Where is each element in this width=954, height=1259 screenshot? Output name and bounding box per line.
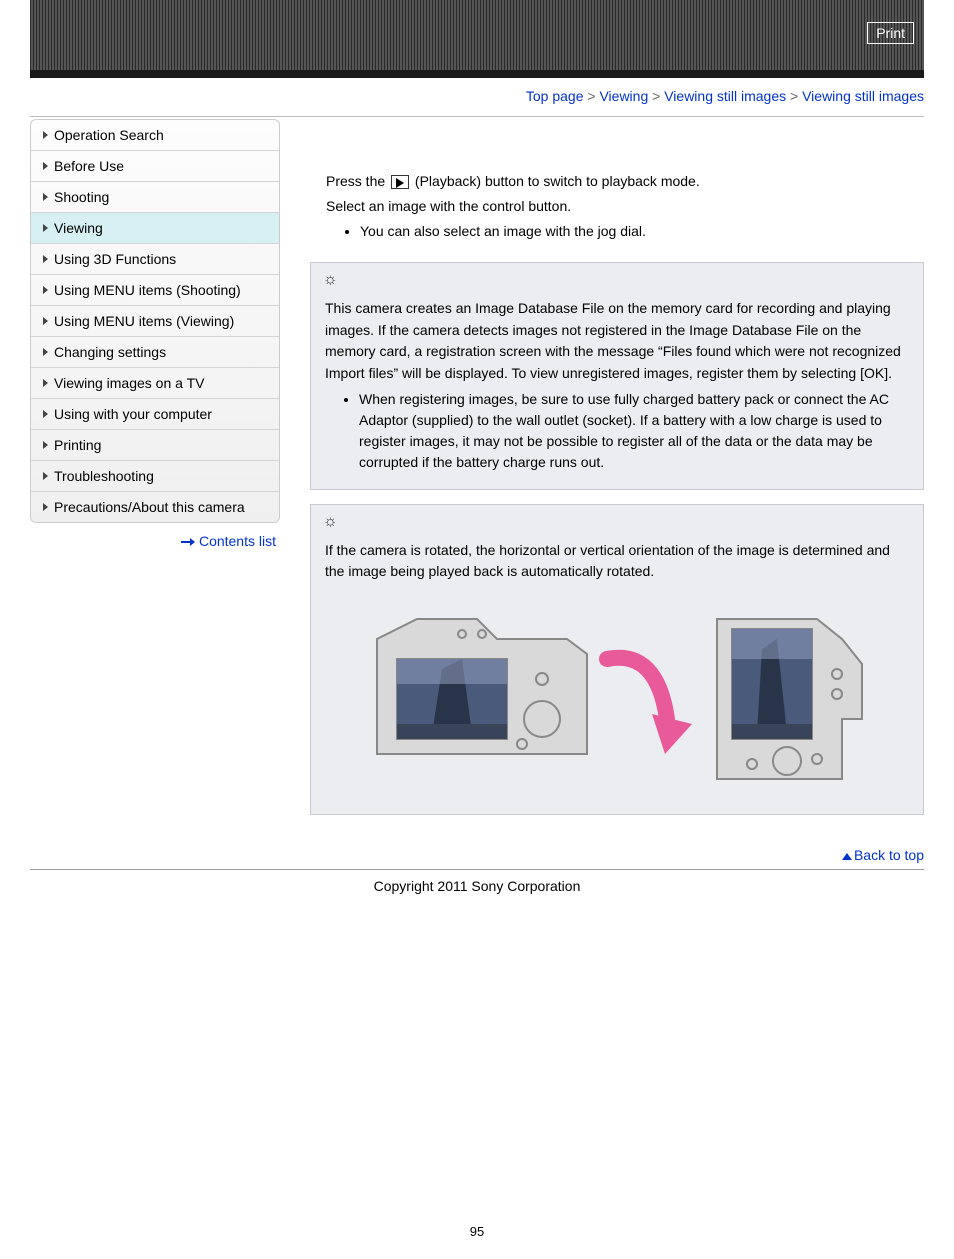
- sidebar-item-label: Troubleshooting: [54, 468, 154, 484]
- breadcrumb-sep: >: [587, 88, 595, 104]
- tip2-text: If the camera is rotated, the horizontal…: [325, 540, 909, 583]
- sidebar: Operation Search Before Use Shooting Viewin…: [30, 119, 280, 869]
- back-to-top-wrap: Back to top: [310, 829, 924, 869]
- tip1-bullet: When registering images, be sure to use …: [359, 389, 909, 473]
- contents-list-link-wrap: Contents list: [30, 523, 280, 549]
- sidebar-item-using-3d-functions[interactable]: Using 3D Functions: [31, 244, 279, 275]
- chevron-right-icon: [43, 317, 48, 325]
- chevron-right-icon: [43, 162, 48, 170]
- select-bullet: You can also select an image with the jo…: [360, 221, 924, 242]
- tip-box-1: This camera creates an Image Database Fi…: [310, 262, 924, 490]
- sidebar-item-label: Shooting: [54, 189, 109, 205]
- instructions: Press the (Playback) button to switch to…: [326, 171, 924, 242]
- back-to-top-link[interactable]: Back to top: [854, 847, 924, 863]
- sidebar-item-precautions-about-this-camera[interactable]: Precautions/About this camera: [31, 492, 279, 522]
- sidebar-item-changing-settings[interactable]: Changing settings: [31, 337, 279, 368]
- chevron-right-icon: [43, 224, 48, 232]
- sidebar-item-label: Printing: [54, 437, 101, 453]
- print-button[interactable]: Print: [867, 22, 914, 44]
- chevron-right-icon: [43, 131, 48, 139]
- nav-box: Operation Search Before Use Shooting Viewin…: [30, 119, 280, 523]
- chevron-right-icon: [43, 255, 48, 263]
- breadcrumb-current: Viewing still images: [802, 88, 924, 104]
- camera-svg: [357, 599, 877, 799]
- sidebar-item-label: Viewing: [54, 220, 103, 236]
- breadcrumb-sep: >: [790, 88, 798, 104]
- sidebar-item-label: Using with your computer: [54, 406, 212, 422]
- sidebar-item-label: Viewing images on a TV: [54, 375, 204, 391]
- sidebar-item-using-menu-items-shooting[interactable]: Using MENU items (Shooting): [31, 275, 279, 306]
- breadcrumb-still[interactable]: Viewing still images: [664, 88, 786, 104]
- breadcrumb-viewing[interactable]: Viewing: [599, 88, 648, 104]
- select-text: Select an image with the control button.: [326, 196, 924, 217]
- press-text-after: (Playback) button to switch to playback …: [415, 173, 700, 189]
- camera-rotation-illustration: [325, 599, 909, 802]
- main-content: Press the (Playback) button to switch to…: [310, 117, 924, 869]
- tip-box-2: If the camera is rotated, the horizontal…: [310, 504, 924, 815]
- lightbulb-icon: [325, 275, 339, 289]
- chevron-right-icon: [43, 193, 48, 201]
- sidebar-item-viewing-images-on-a-tv[interactable]: Viewing images on a TV: [31, 368, 279, 399]
- press-text-before: Press the: [326, 173, 389, 189]
- sidebar-item-using-with-your-computer[interactable]: Using with your computer: [31, 399, 279, 430]
- breadcrumb-top[interactable]: Top page: [526, 88, 584, 104]
- sidebar-item-viewing[interactable]: Viewing: [31, 213, 279, 244]
- sidebar-item-label: Using 3D Functions: [54, 251, 176, 267]
- breadcrumb-sep: >: [652, 88, 660, 104]
- header-band: Print: [30, 0, 924, 70]
- playback-icon: [391, 175, 409, 189]
- sidebar-item-label: Using MENU items (Viewing): [54, 313, 234, 329]
- page-number: 95: [0, 924, 954, 1259]
- sidebar-item-label: Operation Search: [54, 127, 164, 143]
- chevron-right-icon: [43, 410, 48, 418]
- sidebar-item-using-menu-items-viewing[interactable]: Using MENU items (Viewing): [31, 306, 279, 337]
- arrow-right-icon: [181, 538, 195, 546]
- sidebar-item-label: Before Use: [54, 158, 124, 174]
- chevron-right-icon: [43, 379, 48, 387]
- tip1-text: This camera creates an Image Database Fi…: [325, 298, 909, 385]
- copyright-text: Copyright 2011 Sony Corporation: [0, 870, 954, 924]
- sidebar-item-before-use[interactable]: Before Use: [31, 151, 279, 182]
- sidebar-item-printing[interactable]: Printing: [31, 430, 279, 461]
- sidebar-item-label: Changing settings: [54, 344, 166, 360]
- sidebar-item-label: Precautions/About this camera: [54, 499, 245, 515]
- chevron-right-icon: [43, 472, 48, 480]
- sidebar-item-shooting[interactable]: Shooting: [31, 182, 279, 213]
- chevron-right-icon: [43, 286, 48, 294]
- lightbulb-icon: [325, 517, 339, 531]
- sidebar-item-troubleshooting[interactable]: Troubleshooting: [31, 461, 279, 492]
- chevron-right-icon: [43, 348, 48, 356]
- sidebar-item-operation-search[interactable]: Operation Search: [31, 120, 279, 151]
- chevron-right-icon: [43, 503, 48, 511]
- chevron-right-icon: [43, 441, 48, 449]
- sidebar-item-label: Using MENU items (Shooting): [54, 282, 241, 298]
- contents-list-link[interactable]: Contents list: [199, 533, 276, 549]
- triangle-up-icon: [842, 853, 852, 860]
